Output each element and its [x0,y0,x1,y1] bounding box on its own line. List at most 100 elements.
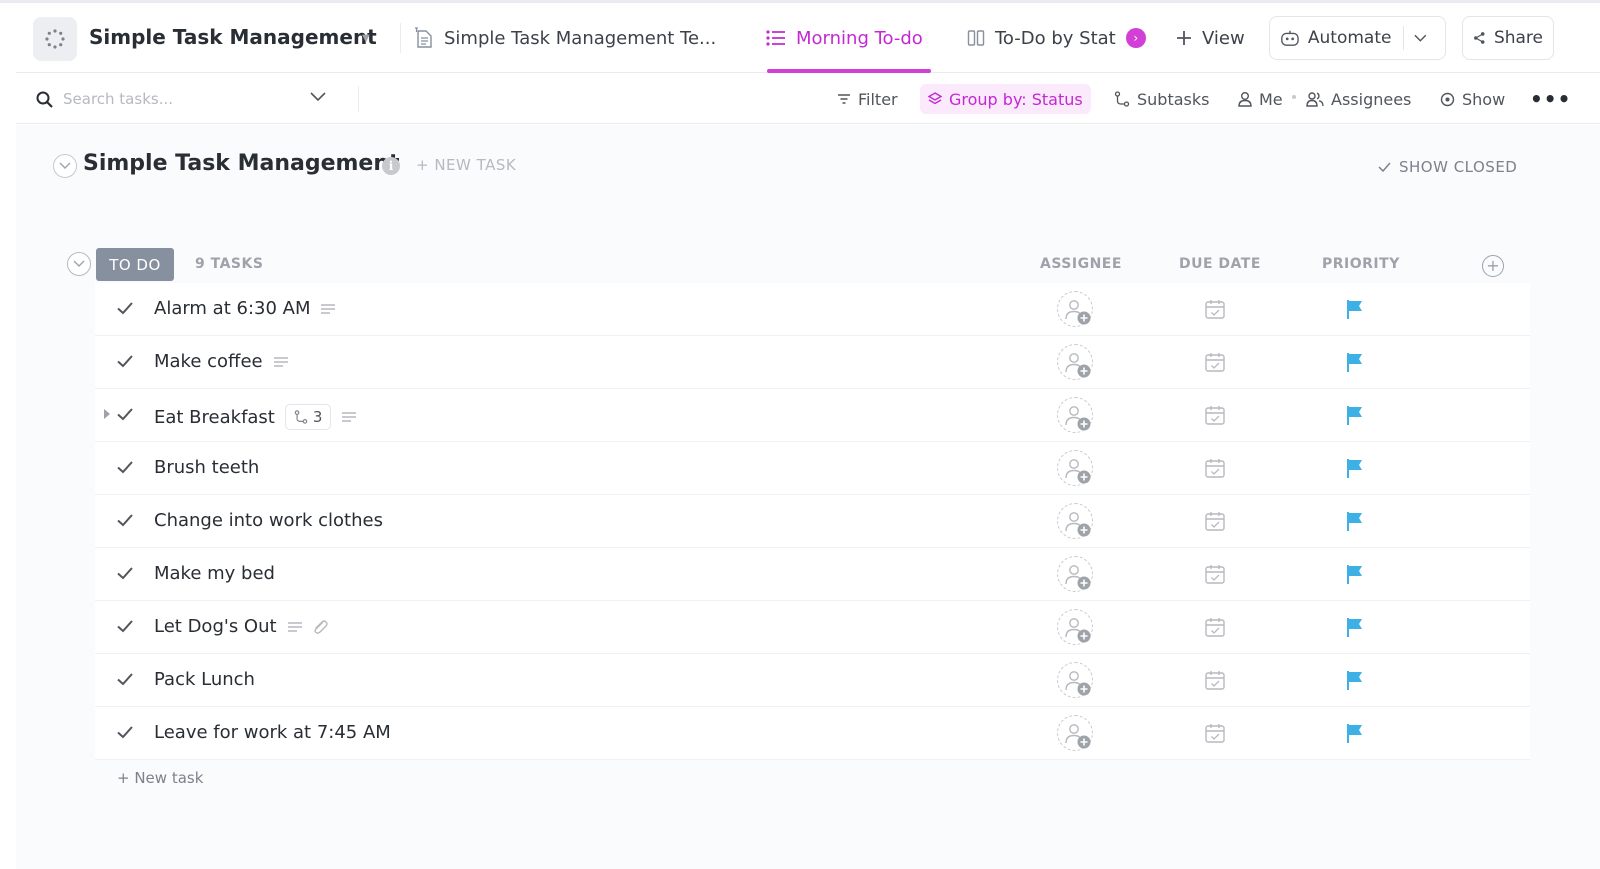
complete-check-icon[interactable] [116,405,134,423]
space-caret-icon[interactable]: ▼ [362,33,370,44]
space-avatar-icon[interactable] [33,17,77,61]
assignees-button[interactable]: Assignees [1306,84,1411,114]
task-row[interactable]: Eat Breakfast 3 [95,389,1530,442]
task-name[interactable]: Brush teeth [154,457,259,478]
list-collapse-toggle[interactable] [53,154,77,178]
filter-button[interactable]: Filter [837,84,898,114]
task-name[interactable]: Alarm at 6:30 AM [154,298,336,319]
task-row[interactable]: Change into work clothes [95,495,1530,548]
add-assignee-button[interactable] [1057,662,1093,698]
priority-flag-icon[interactable] [1345,404,1365,426]
add-user-icon [1065,724,1091,749]
calendar-icon[interactable] [1204,351,1226,373]
automate-button[interactable]: Automate [1269,16,1446,60]
complete-check-icon[interactable] [116,511,134,529]
priority-flag-icon[interactable] [1345,722,1365,744]
new-task-inline-button[interactable]: + New task [117,769,203,787]
task-name[interactable]: Eat Breakfast 3 [154,404,357,430]
task-row[interactable]: Make my bed [95,548,1530,601]
subtask-count-chip[interactable]: 3 [284,404,332,430]
calendar-icon[interactable] [1204,510,1226,532]
subtasks-icon [1114,91,1130,107]
task-row[interactable]: Brush teeth [95,442,1530,495]
add-assignee-button[interactable] [1057,397,1093,433]
add-assignee-button[interactable] [1057,609,1093,645]
more-tabs-arrow-icon[interactable]: › [1125,28,1146,48]
add-assignee-button[interactable] [1057,344,1093,380]
calendar-icon[interactable] [1204,563,1226,585]
new-task-header-button[interactable]: + NEW TASK [416,156,516,174]
add-assignee-button[interactable] [1057,503,1093,539]
add-assignee-button[interactable] [1057,715,1093,751]
expand-subtasks-caret-icon[interactable] [104,409,110,419]
task-name[interactable]: Make coffee [154,351,289,372]
add-user-icon [1065,512,1091,537]
add-assignee-button[interactable] [1057,450,1093,486]
calendar-icon[interactable] [1204,298,1226,320]
tab-doc[interactable]: Simple Task Management Te... [414,25,716,51]
complete-check-icon[interactable] [116,352,134,370]
group-collapse-toggle[interactable] [67,252,91,276]
task-name[interactable]: Make my bed [154,563,275,584]
calendar-icon[interactable] [1204,404,1226,426]
task-row[interactable]: Alarm at 6:30 AM [95,283,1530,336]
add-column-button[interactable]: + [1482,255,1504,277]
complete-check-icon[interactable] [116,723,134,741]
complete-check-icon[interactable] [116,299,134,317]
search-options-chevron-icon[interactable] [310,92,326,102]
calendar-icon[interactable] [1204,616,1226,638]
me-filter-button[interactable]: Me [1238,84,1283,114]
priority-flag-icon[interactable] [1345,298,1365,320]
priority-flag-icon[interactable] [1345,510,1365,532]
eye-icon [1440,92,1455,106]
add-user-icon [1065,618,1091,643]
calendar-icon[interactable] [1204,457,1226,479]
subtask-count: 3 [312,408,323,426]
status-badge[interactable]: TO DO [96,248,174,281]
column-header-priority[interactable]: PRIORITY [1322,256,1400,272]
subtasks-icon [294,410,308,424]
task-name[interactable]: Pack Lunch [154,669,255,690]
add-assignee-button[interactable] [1057,556,1093,592]
priority-flag-icon[interactable] [1345,457,1365,479]
robot-icon [1281,30,1299,46]
task-row[interactable]: Make coffee [95,336,1530,389]
calendar-icon[interactable] [1204,722,1226,744]
show-closed-toggle[interactable]: SHOW CLOSED [1378,158,1517,176]
info-icon[interactable]: i [382,157,400,175]
description-icon [287,621,302,632]
list-title[interactable]: Simple Task Management [83,151,400,176]
task-name[interactable]: Leave for work at 7:45 AM [154,722,391,743]
column-header-assignee[interactable]: ASSIGNEE [1040,256,1122,272]
task-name-label: Change into work clothes [154,510,383,531]
priority-flag-icon[interactable] [1345,351,1365,373]
search-box[interactable] [36,86,336,112]
complete-check-icon[interactable] [116,564,134,582]
chevron-down-icon[interactable] [1414,33,1427,43]
group-by-button[interactable]: Group by: Status [920,84,1091,114]
priority-flag-icon[interactable] [1345,563,1365,585]
more-options-icon[interactable]: ••• [1530,84,1571,114]
column-header-due-date[interactable]: DUE DATE [1179,256,1261,272]
show-button[interactable]: Show [1440,84,1505,114]
search-input[interactable] [63,90,293,108]
complete-check-icon[interactable] [116,670,134,688]
subtasks-button[interactable]: Subtasks [1114,84,1209,114]
task-name[interactable]: Let Dog's Out [154,616,329,637]
view-toolbar: Filter Group by: Status Subtasks Me Assi… [16,74,1600,124]
priority-flag-icon[interactable] [1345,669,1365,691]
task-name[interactable]: Change into work clothes [154,510,383,531]
tab-morning-todo[interactable]: Morning To-do [766,25,923,51]
task-row[interactable]: Let Dog's Out [95,601,1530,654]
task-row[interactable]: Leave for work at 7:45 AM [95,707,1530,760]
space-title[interactable]: Simple Task Management [89,25,377,49]
task-row[interactable]: Pack Lunch [95,654,1530,707]
add-view-button[interactable]: View [1176,25,1245,51]
add-assignee-button[interactable] [1057,291,1093,327]
complete-check-icon[interactable] [116,458,134,476]
calendar-icon[interactable] [1204,669,1226,691]
tab-todo-by-status[interactable]: To-Do by Stat › [967,25,1146,51]
priority-flag-icon[interactable] [1345,616,1365,638]
share-button[interactable]: Share [1462,16,1554,60]
complete-check-icon[interactable] [116,617,134,635]
